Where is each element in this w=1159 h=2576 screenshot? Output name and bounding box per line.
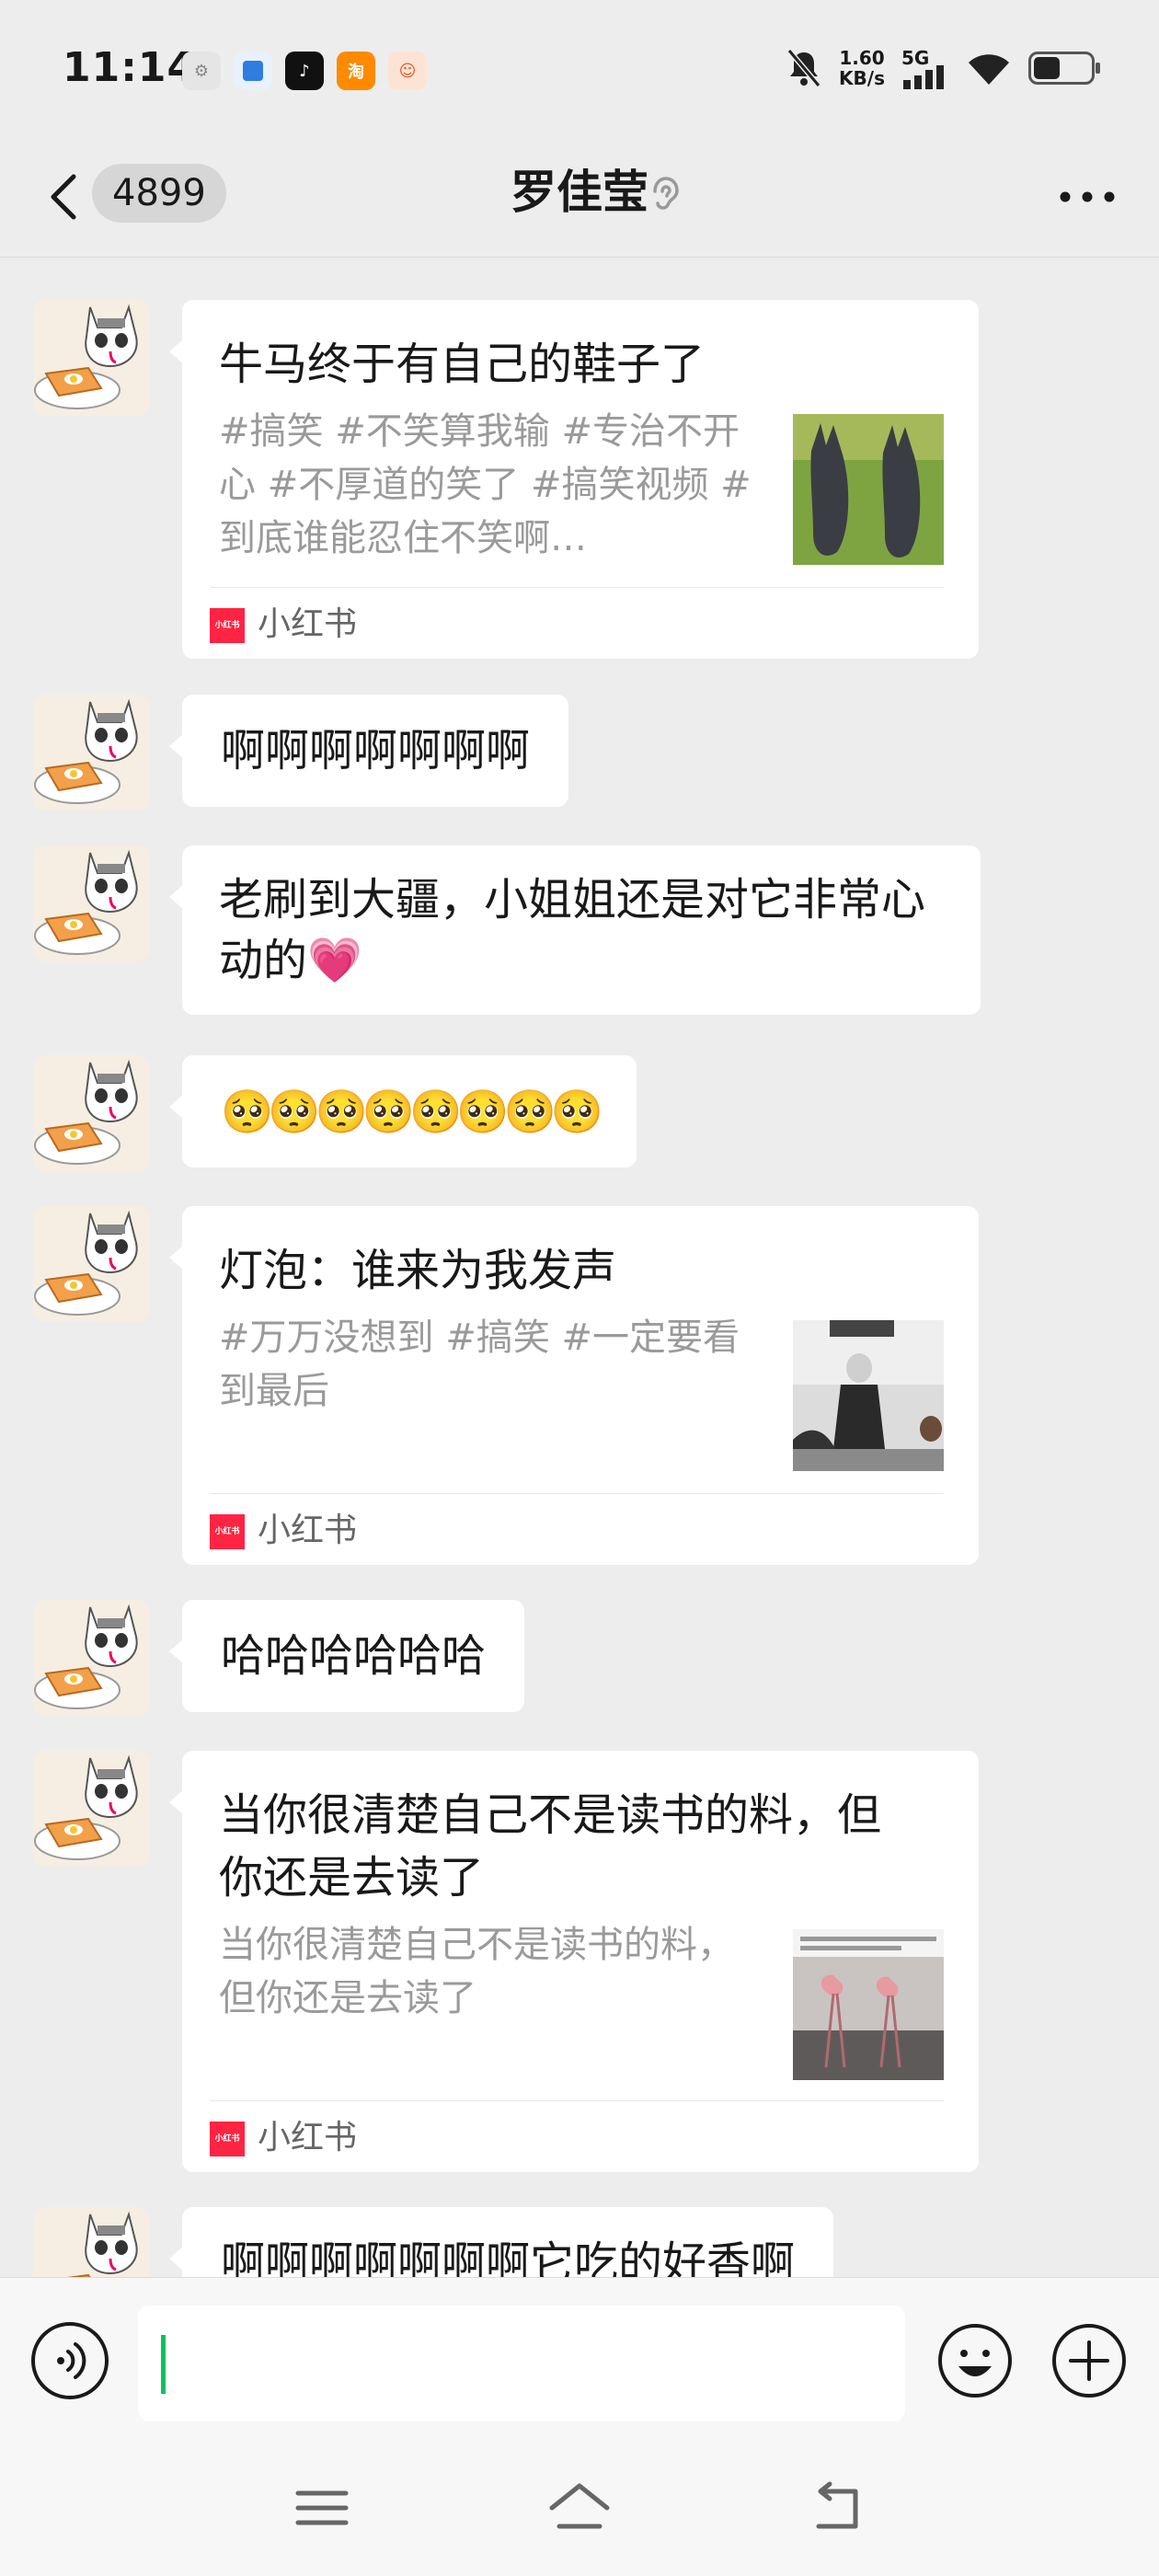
menu-icon[interactable] (285, 2480, 359, 2536)
card-description: #搞笑 #不笑算我输 #专治不开心 #不厚道的笑了 #搞笑视频 #到底谁能忍住不… (219, 410, 752, 559)
cat-toast-avatar-icon (33, 695, 149, 811)
plus-button-icon[interactable] (1050, 2322, 1128, 2399)
cat-toast-avatar-icon (33, 1600, 149, 1716)
text-bubble[interactable]: 哈哈哈哈哈哈 (168, 1600, 525, 1712)
network-type: 5G (901, 47, 930, 69)
shared-link-card[interactable]: 灯泡：谁来为我发声 #万万没想到 #搞笑 #一定要看到最后 小红书 小红书 (169, 1206, 979, 1565)
card-thumbnail (793, 1929, 944, 2080)
message-text: 啊啊啊啊啊啊啊它吃的好香啊 (221, 2237, 796, 2277)
signal-icon (903, 65, 944, 89)
card-footer: 小红书 小红书 (210, 2100, 944, 2172)
card-description: 当你很清楚自己不是读书的料，但你还是去读了 (219, 1924, 734, 2019)
taobao-icon: 淘 (337, 52, 375, 90)
message-row: 老刷到大疆，小姐姐还是对它非常心动的💗 (0, 845, 1159, 1020)
card-footer: 小红书 小红书 (210, 1493, 944, 1565)
message-row: 🥺🥺🥺🥺🥺🥺🥺🥺 (0, 1055, 1159, 1171)
text-bubble[interactable]: 老刷到大疆，小姐姐还是对它非常心动的💗 (169, 845, 981, 1015)
shared-link-card[interactable]: 当你很清楚自己不是读书的料，但你还是去读了 当你很清楚自己不是读书的料，但你还是… (169, 1751, 979, 2172)
message-list[interactable]: 牛马终于有自己的鞋子了 #搞笑 #不笑算我输 #专治不开心 #不厚道的笑了 #搞… (0, 259, 1159, 2277)
message-text: 🥺🥺🥺🥺🥺🥺🥺🥺 (221, 1087, 603, 1136)
contact-avatar[interactable] (33, 2207, 149, 2277)
card-title: 牛马终于有自己的鞋子了 (219, 339, 706, 390)
more-options-icon[interactable] (1056, 186, 1119, 208)
contact-avatar[interactable] (33, 1055, 149, 1171)
cartoon-app-icon: ☺ (388, 52, 427, 90)
xiaohongshu-logo-icon: 小红书 (210, 1514, 245, 1549)
cat-toast-avatar-icon (33, 2207, 149, 2277)
card-footer: 小红书 小红书 (210, 587, 944, 659)
net-speed-value: 1.60 (839, 47, 885, 69)
contact-avatar[interactable] (33, 1600, 149, 1716)
message-row: 啊啊啊啊啊啊啊 (0, 695, 1159, 811)
xiaohongshu-logo-icon: 小红书 (210, 2122, 245, 2156)
shared-link-card[interactable]: 牛马终于有自己的鞋子了 #搞笑 #不笑算我输 #专治不开心 #不厚道的笑了 #搞… (169, 300, 979, 659)
status-bar: 11:14 ⚙ ♪ 淘 ☺ 1.60 KB/s 5G (0, 0, 1159, 138)
contact-avatar[interactable] (33, 300, 149, 416)
mute-icon (786, 49, 821, 87)
voice-input-button[interactable] (31, 2322, 109, 2399)
contact-avatar[interactable] (33, 1206, 149, 1322)
card-source: 小红书 (258, 605, 358, 643)
card-thumbnail (793, 1320, 944, 1471)
wifi-icon (969, 54, 1009, 85)
text-bubble[interactable]: 啊啊啊啊啊啊啊它吃的好香啊 (168, 2207, 834, 2277)
message-row: 灯泡：谁来为我发声 #万万没想到 #搞笑 #一定要看到最后 小红书 小红书 (0, 1206, 1159, 1565)
system-navigation-bar (0, 2438, 1159, 2576)
emoji-button-icon[interactable] (936, 2322, 1014, 2399)
card-source: 小红书 (258, 1512, 358, 1549)
net-speed: 1.60 KB/s (839, 48, 885, 88)
message-text: 啊啊啊啊啊啊啊 (221, 725, 531, 776)
message-row: 啊啊啊啊啊啊啊它吃的好香啊 (0, 2207, 1159, 2277)
voice-icon (57, 2342, 86, 2379)
home-icon[interactable] (543, 2480, 616, 2536)
chat-header: 4899 罗佳莹 (0, 138, 1159, 258)
contact-avatar[interactable] (33, 695, 149, 811)
contact-avatar[interactable] (33, 1751, 149, 1867)
back-nav-icon[interactable] (800, 2480, 874, 2536)
cat-toast-avatar-icon (33, 845, 149, 961)
cat-toast-avatar-icon (33, 300, 149, 416)
cat-toast-avatar-icon (33, 1751, 149, 1867)
status-time: 11:14 (63, 44, 197, 91)
text-bubble[interactable]: 🥺🥺🥺🥺🥺🥺🥺🥺 (168, 1055, 637, 1167)
message-row: 牛马终于有自己的鞋子了 #搞笑 #不笑算我输 #专治不开心 #不厚道的笑了 #搞… (0, 300, 1159, 659)
message-text: 老刷到大疆，小姐姐还是对它非常心动的💗 (219, 874, 926, 986)
card-title: 当你很清楚自己不是读书的料，但你还是去读了 (219, 1789, 882, 1903)
xiaohongshu-logo-icon: 小红书 (210, 608, 245, 643)
battery-icon (1028, 52, 1100, 85)
net-speed-unit: KB/s (839, 67, 885, 89)
message-row: 当你很清楚自己不是读书的料，但你还是去读了 当你很清楚自己不是读书的料，但你还是… (0, 1751, 1159, 2172)
cat-toast-avatar-icon (33, 1055, 149, 1171)
settings-icon: ⚙ (182, 52, 221, 90)
chat-title: 罗佳莹 (511, 166, 648, 219)
status-app-icons: ⚙ ♪ 淘 ☺ (182, 52, 427, 90)
card-thumbnail (793, 414, 944, 565)
contact-avatar[interactable] (33, 845, 149, 961)
text-bubble[interactable]: 啊啊啊啊啊啊啊 (168, 695, 569, 807)
card-description: #万万没想到 #搞笑 #一定要看到最后 (219, 1317, 740, 1412)
cat-toast-avatar-icon (33, 1206, 149, 1322)
card-source: 小红书 (258, 2119, 358, 2156)
message-input[interactable] (138, 2306, 905, 2421)
input-bar (0, 2277, 1159, 2438)
app-icon (234, 52, 272, 90)
text-caret (161, 2335, 166, 2394)
message-text: 哈哈哈哈哈哈 (221, 1630, 487, 1682)
message-row: 哈哈哈哈哈哈 (0, 1600, 1159, 1716)
tiktok-icon: ♪ (285, 52, 324, 90)
ear-icon (653, 177, 679, 210)
card-title: 灯泡：谁来为我发声 (219, 1245, 617, 1296)
